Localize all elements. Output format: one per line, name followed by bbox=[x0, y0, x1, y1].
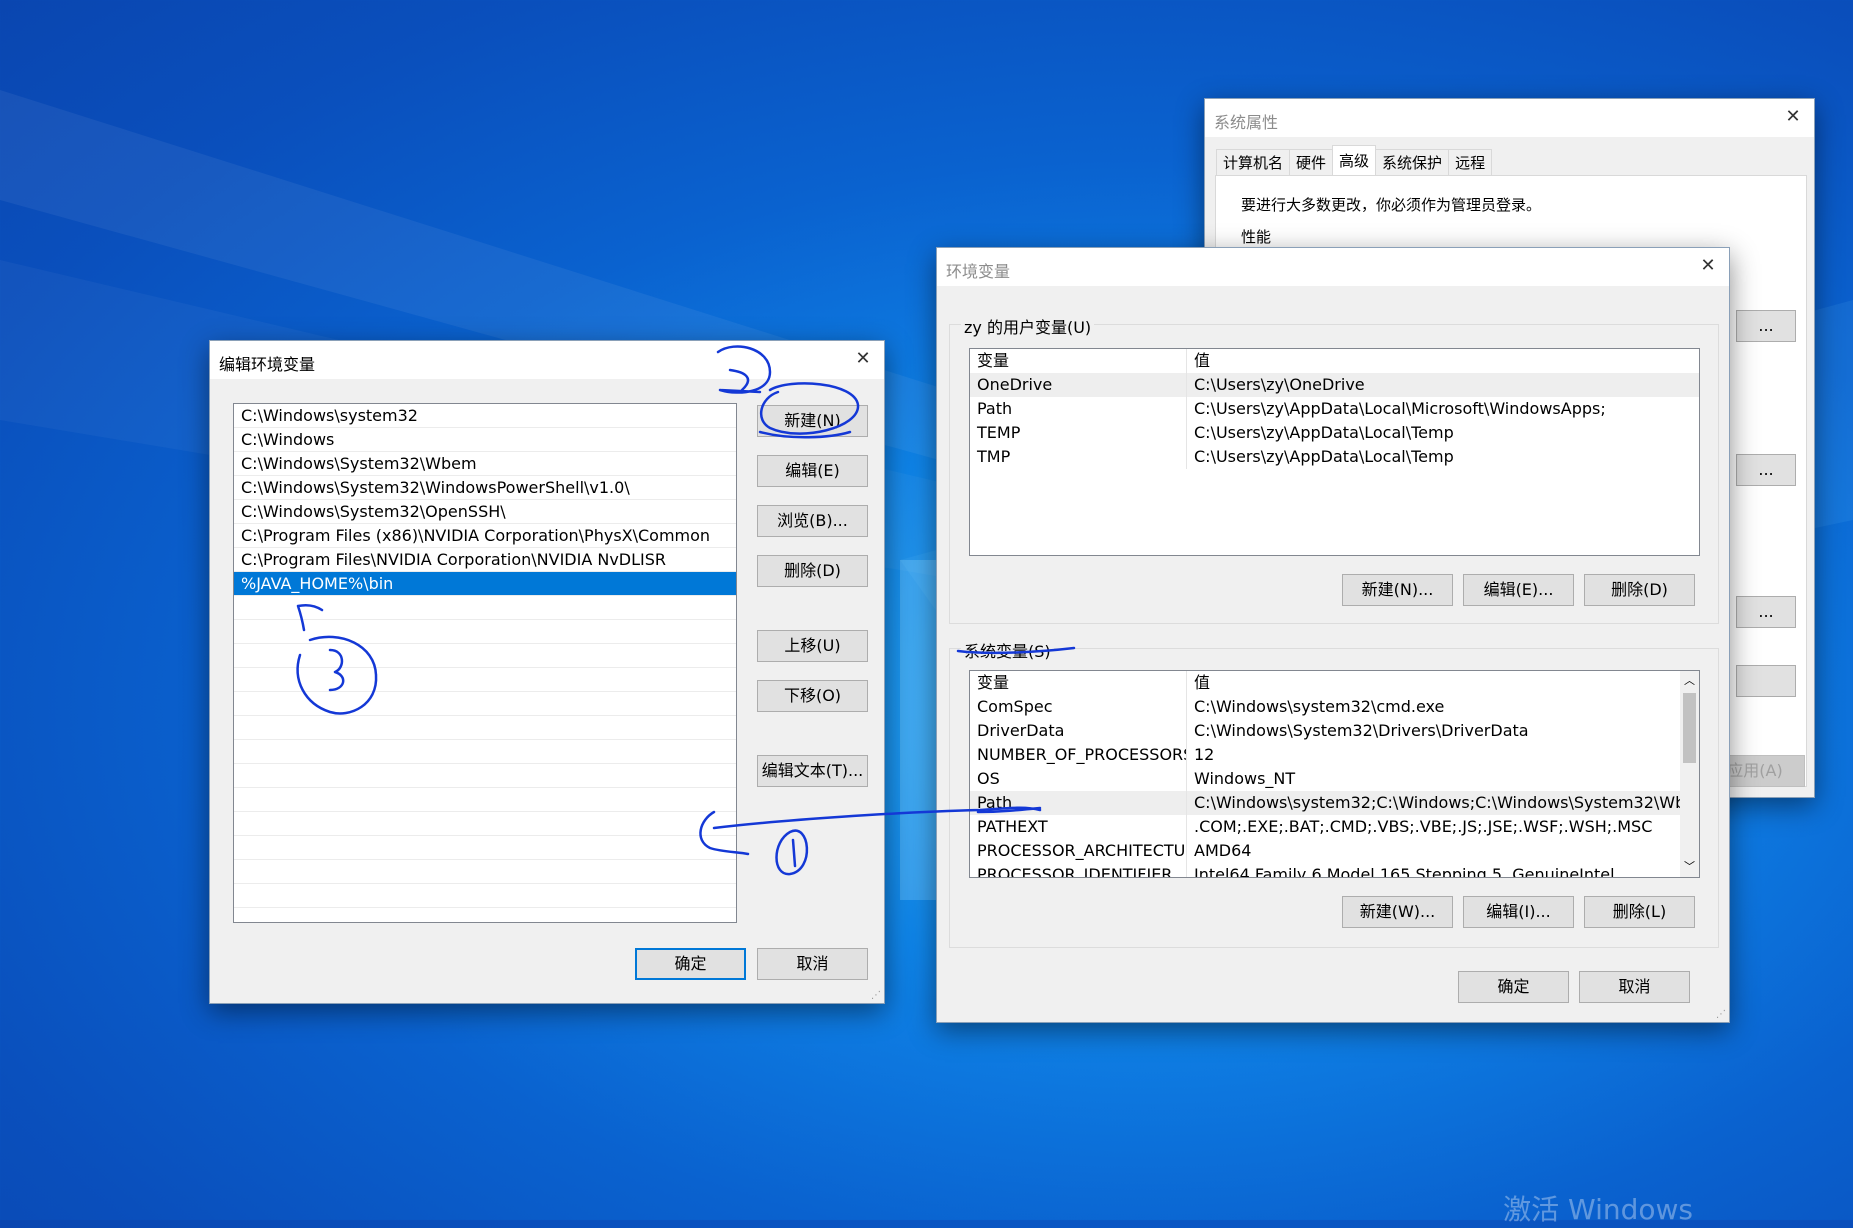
annotation-circle-2 bbox=[716, 345, 772, 394]
annotation-bracket bbox=[699, 810, 750, 856]
annotation-arrow-java-home bbox=[296, 603, 324, 632]
hand-drawn-annotations bbox=[296, 345, 1076, 876]
annotation-circle-1 bbox=[775, 829, 809, 876]
annotation-underline-system-vars bbox=[956, 646, 1076, 655]
annotation-circle-3 bbox=[296, 635, 378, 715]
annotation-circle-new-button bbox=[759, 382, 860, 435]
